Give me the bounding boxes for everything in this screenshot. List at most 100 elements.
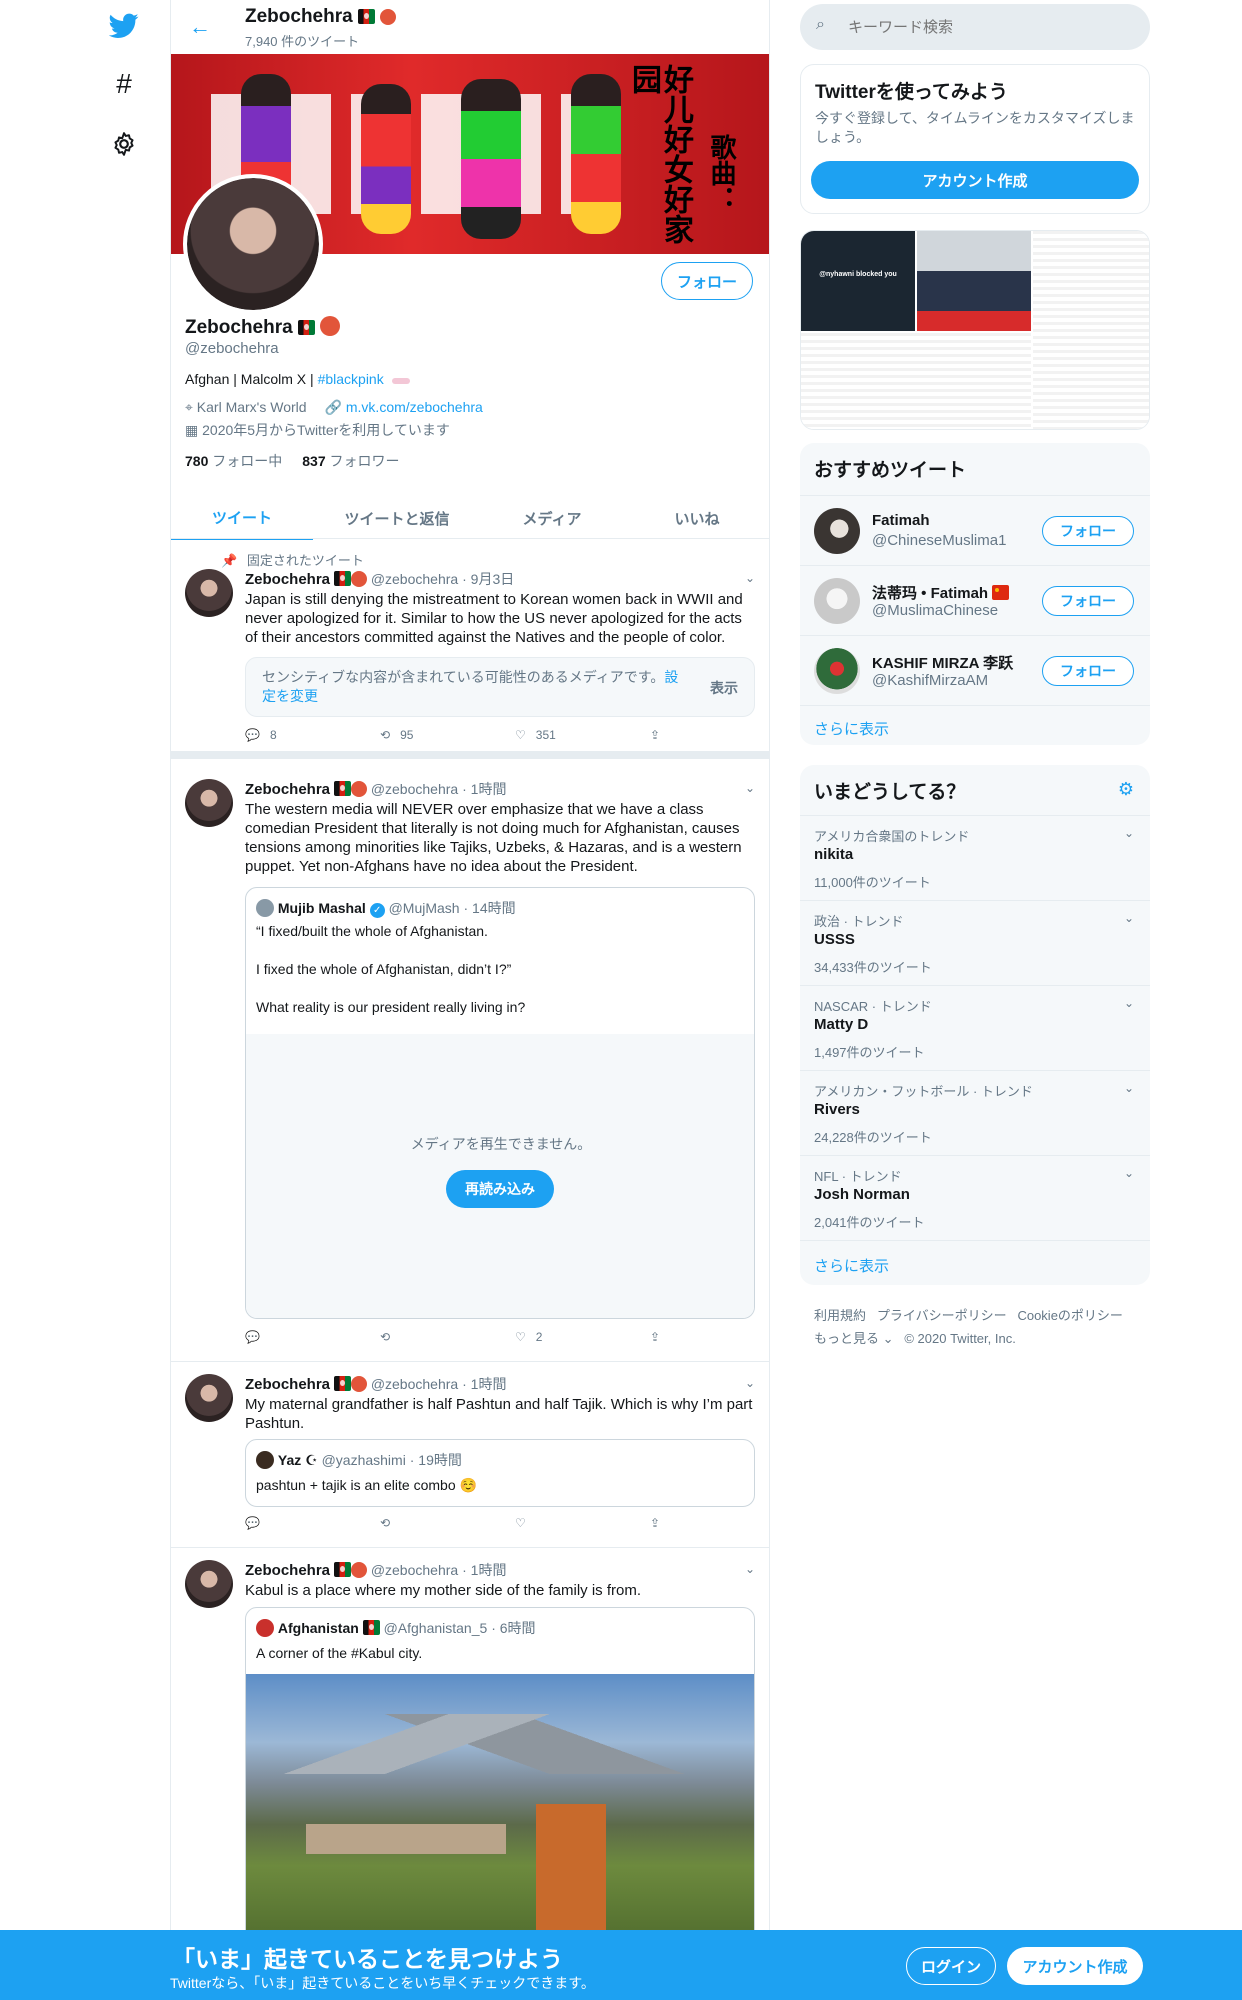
media-thumb-3[interactable] — [1033, 231, 1149, 429]
tweet-author-handle: @zebochehra — [370, 1562, 459, 1578]
like-button[interactable]: ♡ — [515, 1516, 650, 1530]
followers-stat[interactable]: 837 フォロワー — [302, 451, 399, 471]
profile-avatar[interactable] — [183, 174, 323, 314]
follow-suggestion[interactable]: Fatimah @ChineseMuslima1 フォロー — [800, 495, 1150, 565]
retweet-button[interactable]: ⟲ 95 — [380, 728, 515, 742]
share-button[interactable]: ⇪ — [650, 728, 769, 742]
footer-privacy-link[interactable]: プライバシーポリシー — [877, 1308, 1007, 1323]
chevron-down-icon[interactable]: ⌄ — [1124, 826, 1134, 840]
follow-suggestion[interactable]: 法蒂玛 • Fatimah @MuslimaChinese フォロー — [800, 565, 1150, 635]
following-stat[interactable]: 780 フォロー中 — [185, 451, 282, 471]
show-media-button[interactable]: 表示 — [710, 678, 738, 698]
trend-item[interactable]: アメリカン・フットボール · トレンド Rivers 24,228件のツイート … — [800, 1070, 1150, 1155]
retweet-button[interactable]: ⟲ — [380, 1516, 515, 1530]
follow-suggestion[interactable]: KASHIF MIRZA 李跃 @KashifMirzaAM フォロー — [800, 635, 1150, 705]
share-button[interactable]: ⇪ — [650, 1516, 769, 1530]
tweet-time[interactable]: 1時間 — [471, 1562, 507, 1578]
signup-bottom-bar: 「いま」起きていることを見つけよう Twitterなら、「いま」起きていることを… — [0, 1930, 1242, 2000]
tab-tweets[interactable]: ツイート — [171, 496, 313, 540]
search-input[interactable] — [848, 14, 1128, 40]
tweet-avatar[interactable] — [185, 779, 233, 827]
who-to-follow-show-more[interactable]: さらに表示 — [814, 718, 889, 739]
tweet-pinned[interactable]: 📌 固定されたツイート Zebochehra @zebochehra · 9月3… — [171, 539, 769, 759]
share-button[interactable]: ⇪ — [650, 1330, 769, 1344]
verified-badge-icon: ✓ — [369, 903, 385, 918]
afghan-flag-icon — [297, 320, 315, 335]
retweet-button[interactable]: ⟲ — [380, 1330, 515, 1344]
emoji-icon — [380, 9, 397, 25]
tweet-author-name[interactable]: Zebochehra — [245, 781, 330, 798]
trend-name: nikita — [814, 846, 854, 863]
tweet-author-name[interactable]: Zebochehra — [245, 571, 330, 588]
profile-url-link[interactable]: m.vk.com/zebochehra — [346, 399, 483, 415]
twitter-logo-icon[interactable] — [108, 10, 140, 42]
tweet-time[interactable]: 1時間 — [471, 781, 507, 797]
following-count: 780 — [185, 453, 209, 469]
quoted-tweet[interactable]: Afghanistan @Afghanistan_5 · 6時間 A corne… — [245, 1607, 755, 1947]
quoted-tweet[interactable]: Yaz ☪ @yazhashimi · 19時間 pashtun + tajik… — [245, 1439, 755, 1507]
reply-button[interactable]: 💬 — [245, 1516, 380, 1530]
login-button[interactable]: ログイン — [906, 1947, 996, 1985]
chevron-down-icon[interactable]: ⌄ — [1124, 1081, 1134, 1095]
footer-terms-link[interactable]: 利用規約 — [814, 1308, 866, 1323]
suggestion-follow-button[interactable]: フォロー — [1042, 586, 1134, 616]
location-pin-icon: ⌖ — [185, 399, 193, 415]
media-thumb-1[interactable]: @nyhawni blocked you — [801, 231, 915, 331]
chevron-down-icon[interactable]: ⌄ — [745, 781, 755, 795]
quote-text-line2: I fixed the whole of Afghanistan, didn’t… — [256, 961, 512, 977]
location-item: ⌖ Karl Marx's World — [185, 399, 307, 416]
follow-button[interactable]: フォロー — [661, 262, 753, 300]
reply-button[interactable]: 💬 — [245, 1330, 380, 1344]
tweet-avatar[interactable] — [185, 1560, 233, 1608]
media-thumb-2[interactable] — [917, 231, 1031, 331]
chevron-down-icon[interactable]: ⌄ — [1124, 996, 1134, 1010]
back-arrow-icon[interactable]: ← — [189, 14, 211, 40]
tweet-author-name[interactable]: Zebochehra — [245, 1562, 330, 1579]
tweet-avatar[interactable] — [185, 1374, 233, 1422]
tweet-avatar[interactable] — [185, 569, 233, 617]
chevron-down-icon[interactable]: ⌄ — [1124, 1166, 1134, 1180]
like-button[interactable]: ♡ 351 — [515, 728, 650, 742]
suggestion-name: 法蒂玛 • Fatimah — [872, 585, 989, 602]
bio-hashtag-link[interactable]: #blackpink — [318, 371, 384, 387]
like-button[interactable]: ♡ 2 — [515, 1330, 650, 1344]
footer-more-link[interactable]: もっと見る ⌄ — [814, 1331, 894, 1346]
reload-button[interactable]: 再読み込み — [446, 1170, 554, 1208]
chevron-down-icon[interactable]: ⌄ — [1124, 911, 1134, 925]
suggestion-follow-button[interactable]: フォロー — [1042, 516, 1134, 546]
media-thumb-4[interactable] — [801, 333, 1031, 429]
pinned-label: 固定されたツイート — [246, 553, 364, 568]
settings-gear-icon[interactable] — [108, 128, 140, 160]
trend-context: 政治 · トレンド — [814, 914, 904, 929]
footer-cookie-link[interactable]: Cookieのポリシー — [1017, 1308, 1122, 1323]
emoji-icon — [320, 316, 341, 336]
trend-item[interactable]: NASCAR · トレンド Matty D 1,497件のツイート ⌄ — [800, 985, 1150, 1070]
trend-item[interactable]: NFL · トレンド Josh Norman 2,041件のツイート ⌄ — [800, 1155, 1150, 1240]
bottom-signup-button[interactable]: アカウント作成 — [1007, 1947, 1143, 1985]
reply-button[interactable]: 💬 8 — [245, 728, 380, 742]
trends-settings-gear-icon[interactable]: ⚙ — [1118, 779, 1134, 800]
suggestion-follow-button[interactable]: フォロー — [1042, 656, 1134, 686]
chevron-down-icon[interactable]: ⌄ — [745, 571, 755, 585]
tweet-author-name[interactable]: Zebochehra — [245, 1376, 330, 1393]
search-box[interactable]: ⌕ — [800, 4, 1150, 50]
explore-hashtag-icon[interactable]: # — [108, 68, 140, 100]
trends-show-more[interactable]: さらに表示 — [814, 1255, 889, 1276]
kabul-city-photo[interactable] — [246, 1674, 754, 1946]
tweet[interactable]: Zebochehra @zebochehra · 1時間 ⌄ The weste… — [171, 767, 769, 1362]
tab-likes[interactable]: いいね — [623, 496, 769, 540]
profile-header-bar: ← Zebochehra 7,940 件のツイート — [171, 0, 769, 54]
tab-media[interactable]: メディア — [481, 496, 623, 540]
create-account-button[interactable]: アカウント作成 — [811, 161, 1139, 199]
tweet-time[interactable]: 1時間 — [471, 1376, 507, 1392]
tab-tweets-and-replies[interactable]: ツイートと返信 — [313, 496, 481, 540]
chevron-down-icon[interactable]: ⌄ — [745, 1376, 755, 1390]
media-gallery[interactable]: @nyhawni blocked you — [800, 230, 1150, 430]
trend-item[interactable]: 政治 · トレンド USSS 34,433件のツイート ⌄ — [800, 900, 1150, 985]
tweet[interactable]: Zebochehra @zebochehra · 1時間 ⌄ My matern… — [171, 1362, 769, 1548]
trend-item[interactable]: アメリカ合衆国のトレンド nikita 11,000件のツイート ⌄ — [800, 815, 1150, 900]
heart-icon: ♡ — [515, 1330, 526, 1344]
tweet-time[interactable]: 9月3日 — [471, 571, 515, 587]
quoted-tweet[interactable]: Mujib Mashal ✓ @MujMash · 14時間 “I fixed/… — [245, 887, 755, 1319]
chevron-down-icon[interactable]: ⌄ — [745, 1562, 755, 1576]
